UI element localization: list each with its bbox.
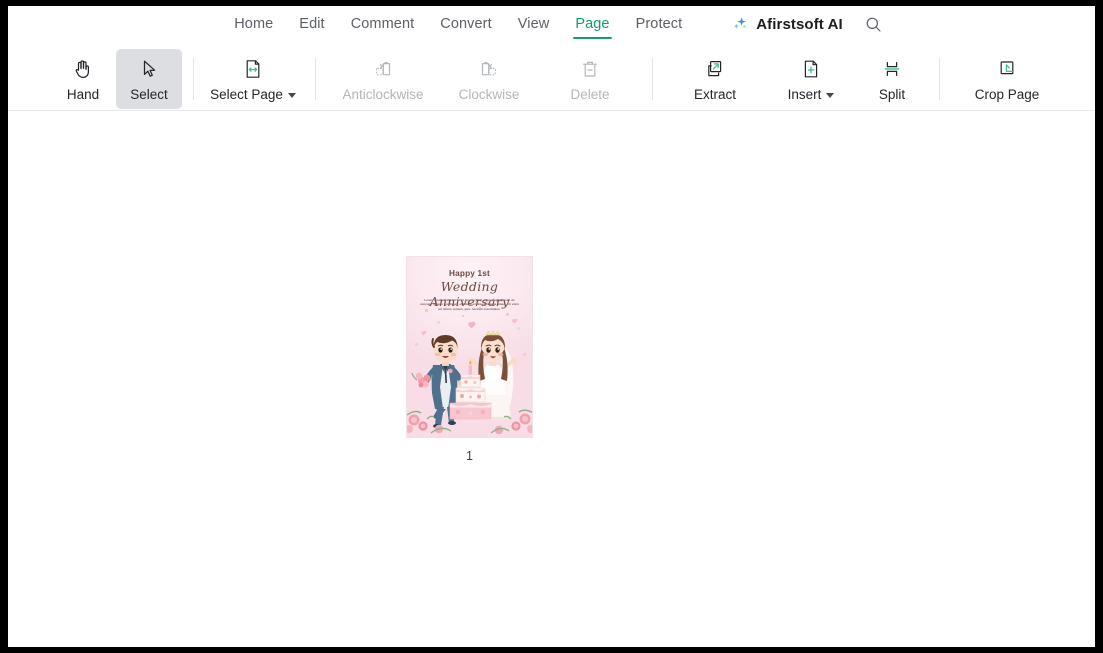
page-number-label: 1 (406, 449, 533, 463)
ribbon-toolbar: Hand Select (8, 47, 1095, 111)
chevron-down-icon (826, 93, 834, 98)
crop-icon (995, 56, 1019, 82)
menu-tab-home[interactable]: Home (221, 12, 286, 41)
search-button[interactable] (865, 16, 882, 38)
chevron-down-icon (288, 93, 296, 98)
crop-page-button[interactable]: Crop Page (954, 49, 1060, 109)
rotate-clockwise-label: Clockwise (459, 87, 520, 102)
insert-page-label: Insert (788, 87, 835, 102)
select-tool-label: Select (130, 87, 168, 102)
page-canvas[interactable]: Happy 1st Wedding Anniversary Lorem ipsu… (8, 111, 1095, 647)
extract-icon (703, 56, 727, 82)
afirstsoft-ai-button[interactable]: Afirstsoft AI (731, 15, 843, 38)
application-window: Home Edit Comment Convert View Page Prot… (8, 6, 1095, 647)
select-page-button[interactable]: Select Page (205, 49, 301, 109)
rotate-right-icon (477, 56, 501, 82)
menu-tab-label: Convert (440, 16, 491, 32)
toolbar-divider (939, 58, 940, 100)
hand-tool-label: Hand (67, 87, 99, 102)
split-button[interactable]: Split (859, 49, 925, 109)
delete-page-label: Delete (570, 87, 609, 102)
select-page-icon (241, 56, 265, 82)
afirstsoft-ai-label: Afirstsoft AI (756, 16, 843, 33)
insert-page-icon (799, 56, 823, 82)
rotate-anticlockwise-button[interactable]: Anticlockwise (330, 49, 436, 109)
menu-tab-label: Page (575, 16, 609, 32)
trash-icon (578, 56, 602, 82)
sparkle-icon (731, 15, 749, 33)
menu-tab-list: Home Edit Comment Convert View Page Prot… (221, 12, 882, 41)
rotate-anticlockwise-label: Anticlockwise (342, 87, 423, 102)
split-label: Split (879, 87, 905, 102)
split-icon (880, 56, 904, 82)
menu-tab-label: View (518, 16, 550, 32)
rotate-clockwise-button[interactable]: Clockwise (436, 49, 542, 109)
hand-tool-button[interactable]: Hand (50, 49, 116, 109)
menu-tab-protect[interactable]: Protect (623, 12, 696, 41)
page-thumbnail-image[interactable]: Happy 1st Wedding Anniversary Lorem ipsu… (406, 256, 533, 438)
menu-bar: Home Edit Comment Convert View Page Prot… (8, 6, 1095, 47)
extract-label: Extract (694, 87, 736, 102)
toolbar-divider (193, 58, 194, 100)
card-illustration (407, 257, 533, 438)
menu-tab-edit[interactable]: Edit (286, 12, 337, 41)
select-page-label: Select Page (210, 87, 296, 102)
menu-tab-view[interactable]: View (505, 12, 563, 41)
menu-tab-comment[interactable]: Comment (338, 12, 428, 41)
page-thumbnail-item[interactable]: Happy 1st Wedding Anniversary Lorem ipsu… (406, 256, 533, 463)
menu-tab-label: Home (234, 16, 273, 32)
menu-tab-label: Comment (351, 16, 415, 32)
search-icon (865, 16, 882, 33)
delete-page-button[interactable]: Delete (542, 49, 638, 109)
extract-button[interactable]: Extract (667, 49, 763, 109)
select-tool-button[interactable]: Select (116, 49, 182, 109)
menu-tab-label: Edit (299, 16, 324, 32)
cursor-arrow-icon (137, 56, 161, 82)
menu-tab-label: Protect (636, 16, 683, 32)
toolbar-divider (315, 58, 316, 100)
insert-page-button[interactable]: Insert (763, 49, 859, 109)
rotate-left-icon (371, 56, 395, 82)
hand-icon (71, 56, 95, 82)
crop-page-label: Crop Page (975, 87, 1040, 102)
menu-tab-convert[interactable]: Convert (427, 12, 504, 41)
toolbar-divider (652, 58, 653, 100)
menu-tab-page[interactable]: Page (562, 12, 622, 41)
